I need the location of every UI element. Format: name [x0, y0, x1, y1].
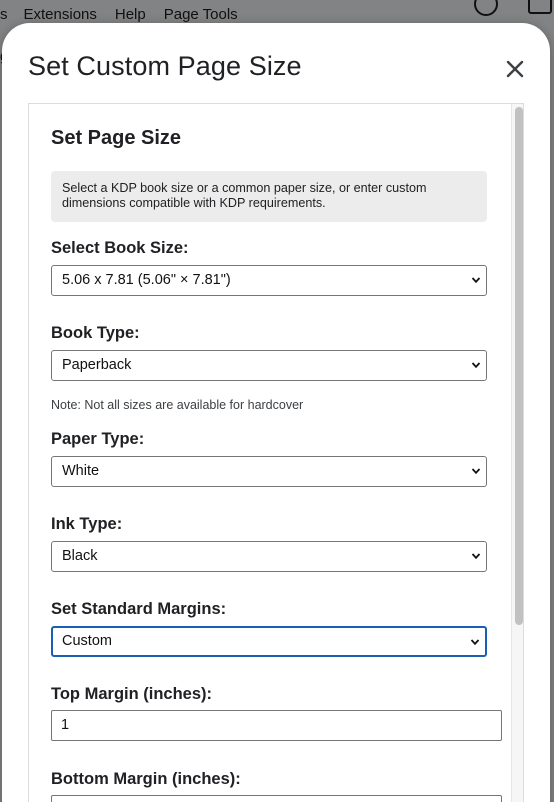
- custom-page-size-dialog: Set Custom Page Size Set Page Size Selec…: [2, 23, 550, 802]
- close-button[interactable]: [502, 56, 528, 82]
- bottom-margin-label: Bottom Margin (inches):: [51, 770, 241, 788]
- ink-type-value: Black: [62, 548, 98, 564]
- chevron-down-icon: [471, 468, 481, 475]
- top-margin-input[interactable]: 1: [51, 710, 502, 741]
- book-size-value: 5.06 x 7.81 (5.06" × 7.81"): [62, 272, 231, 288]
- paper-type-value: White: [62, 463, 100, 479]
- top-margin-value: 1: [61, 717, 70, 733]
- standard-margins-label: Set Standard Margins:: [51, 600, 227, 618]
- close-icon: [506, 60, 524, 78]
- dialog-content-frame: Set Page Size Select a KDP book size or …: [28, 103, 524, 802]
- paper-type-select[interactable]: White: [51, 456, 487, 487]
- ink-type-select[interactable]: Black: [51, 541, 487, 572]
- top-margin-label: Top Margin (inches):: [51, 685, 213, 703]
- hardcover-note: Note: Not all sizes are available for ha…: [51, 398, 304, 412]
- book-type-select[interactable]: Paperback: [51, 350, 487, 381]
- bottom-margin-input[interactable]: [51, 795, 502, 802]
- book-type-value: Paperback: [62, 357, 132, 373]
- ink-type-label: Ink Type:: [51, 515, 123, 533]
- section-title: Set Page Size: [51, 127, 182, 149]
- paper-type-label: Paper Type:: [51, 430, 145, 448]
- chevron-down-icon: [471, 553, 481, 560]
- book-size-label: Select Book Size:: [51, 239, 189, 257]
- standard-margins-value: Custom: [62, 633, 112, 649]
- chevron-down-icon: [470, 639, 480, 646]
- dialog-title: Set Custom Page Size: [28, 51, 302, 81]
- chevron-down-icon: [471, 277, 481, 284]
- book-size-select[interactable]: 5.06 x 7.81 (5.06" × 7.81"): [51, 265, 487, 296]
- book-type-label: Book Type:: [51, 324, 140, 342]
- chevron-down-icon: [471, 362, 481, 369]
- info-box: Select a KDP book size or a common paper…: [51, 171, 487, 222]
- standard-margins-select[interactable]: Custom: [51, 626, 487, 657]
- scrollbar[interactable]: [511, 104, 523, 802]
- scrollbar-thumb[interactable]: [515, 107, 523, 625]
